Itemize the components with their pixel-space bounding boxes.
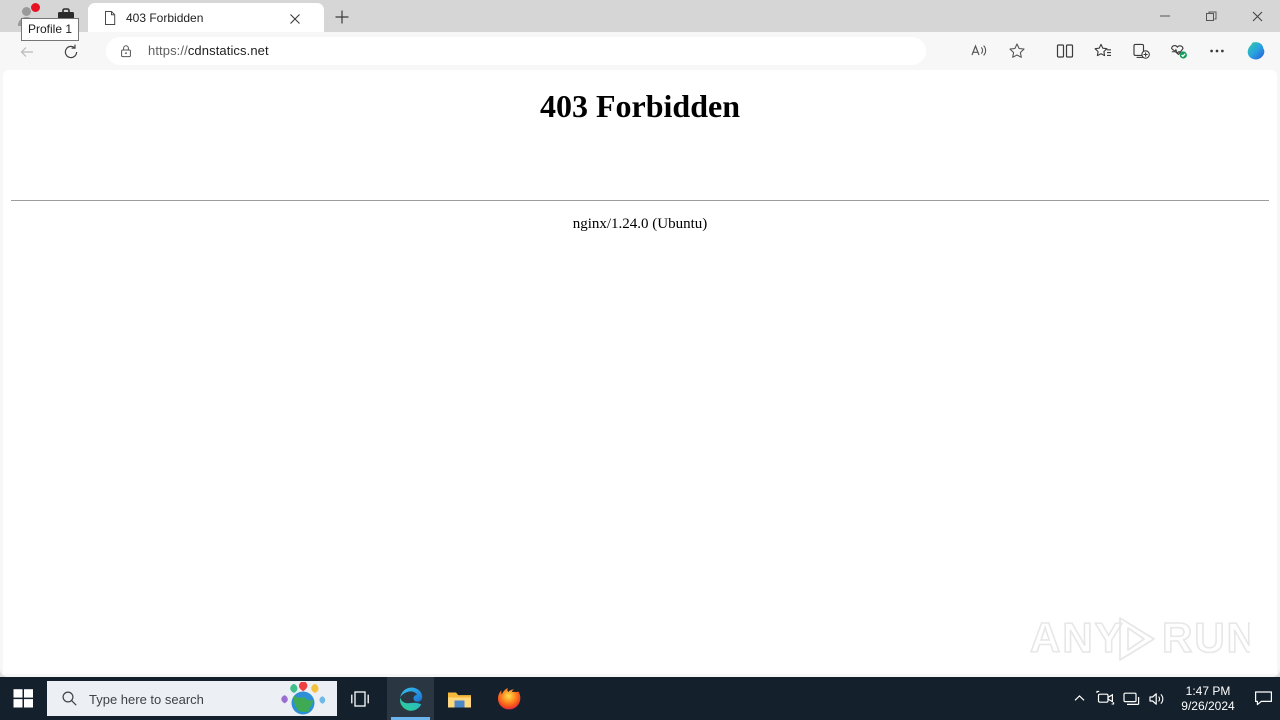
tab-strip: 403 Forbidden xyxy=(0,0,1280,32)
taskbar-app-file-explorer[interactable] xyxy=(436,677,483,720)
svg-text:ANY: ANY xyxy=(1030,614,1125,661)
restore-button[interactable] xyxy=(1188,0,1234,32)
search-placeholder: Type here to search xyxy=(89,692,204,707)
back-button[interactable] xyxy=(14,39,40,65)
svg-text:RUN: RUN xyxy=(1162,614,1250,661)
split-screen-icon[interactable] xyxy=(1050,36,1080,66)
profile-tooltip: Profile 1 xyxy=(21,18,80,41)
lock-icon[interactable] xyxy=(118,43,134,59)
copilot-icon[interactable] xyxy=(1242,37,1270,65)
horizontal-rule xyxy=(11,200,1269,201)
anyrun-watermark: ANY RUN xyxy=(1029,608,1258,670)
page-title: 403 Forbidden xyxy=(539,88,741,124)
clock[interactable]: 1:47 PM 9/26/2024 xyxy=(1170,677,1246,720)
show-hidden-icons-icon[interactable] xyxy=(1066,677,1092,720)
page-icon xyxy=(102,10,118,26)
tab-title: 403 Forbidden xyxy=(126,11,204,25)
refresh-button[interactable] xyxy=(58,39,84,65)
page-viewport: 403 Forbidden nginx/1.24.0 (Ubuntu) xyxy=(3,70,1277,674)
favorites-list-icon[interactable] xyxy=(1088,36,1118,66)
close-tab-icon[interactable] xyxy=(286,10,304,28)
window-controls xyxy=(1142,0,1280,32)
close-button[interactable] xyxy=(1234,0,1280,32)
network-icon[interactable] xyxy=(1118,677,1144,720)
taskbar-app-edge[interactable] xyxy=(387,677,434,720)
volume-icon[interactable] xyxy=(1144,677,1170,720)
clock-time: 1:47 PM xyxy=(1185,683,1231,698)
read-aloud-icon[interactable] xyxy=(964,36,994,66)
taskbar: Type here to search 1:47 PM 9/26/2024 xyxy=(0,677,1280,720)
address-bar[interactable]: https://cdnstatics.net xyxy=(106,37,926,65)
search-icon xyxy=(61,690,78,707)
new-tab-button[interactable] xyxy=(331,6,353,28)
favorite-star-icon[interactable] xyxy=(1002,36,1032,66)
screen-capture-icon[interactable] xyxy=(1092,677,1118,720)
task-view-button[interactable] xyxy=(340,677,380,720)
address-bar-url: https://cdnstatics.net xyxy=(148,43,269,58)
collections-icon[interactable] xyxy=(1126,36,1156,66)
search-input[interactable]: Type here to search xyxy=(47,681,337,716)
browser-window: 403 Forbidden https://cdnstatics.net 403… xyxy=(0,0,1280,677)
start-button[interactable] xyxy=(0,677,47,720)
screen: 403 Forbidden https://cdnstatics.net 403… xyxy=(0,0,1280,720)
system-tray: 1:47 PM 9/26/2024 xyxy=(1066,677,1280,720)
settings-more-icon[interactable] xyxy=(1202,36,1232,66)
url-scheme: https:// xyxy=(148,43,188,58)
taskbar-app-firefox[interactable] xyxy=(485,677,532,720)
url-host: cdnstatics.net xyxy=(187,43,269,58)
profile-notification-badge-icon xyxy=(30,2,41,13)
clock-date: 9/26/2024 xyxy=(1181,698,1235,713)
minimize-button[interactable] xyxy=(1142,0,1188,32)
bing-daily-image-icon[interactable] xyxy=(273,681,333,715)
server-signature: nginx/1.24.0 (Ubuntu) xyxy=(572,216,708,232)
tab-403-forbidden[interactable]: 403 Forbidden xyxy=(88,3,324,32)
toolbar-right-icons xyxy=(960,32,1276,70)
action-center-icon[interactable] xyxy=(1246,677,1280,720)
browser-essentials-icon[interactable] xyxy=(1164,36,1194,66)
